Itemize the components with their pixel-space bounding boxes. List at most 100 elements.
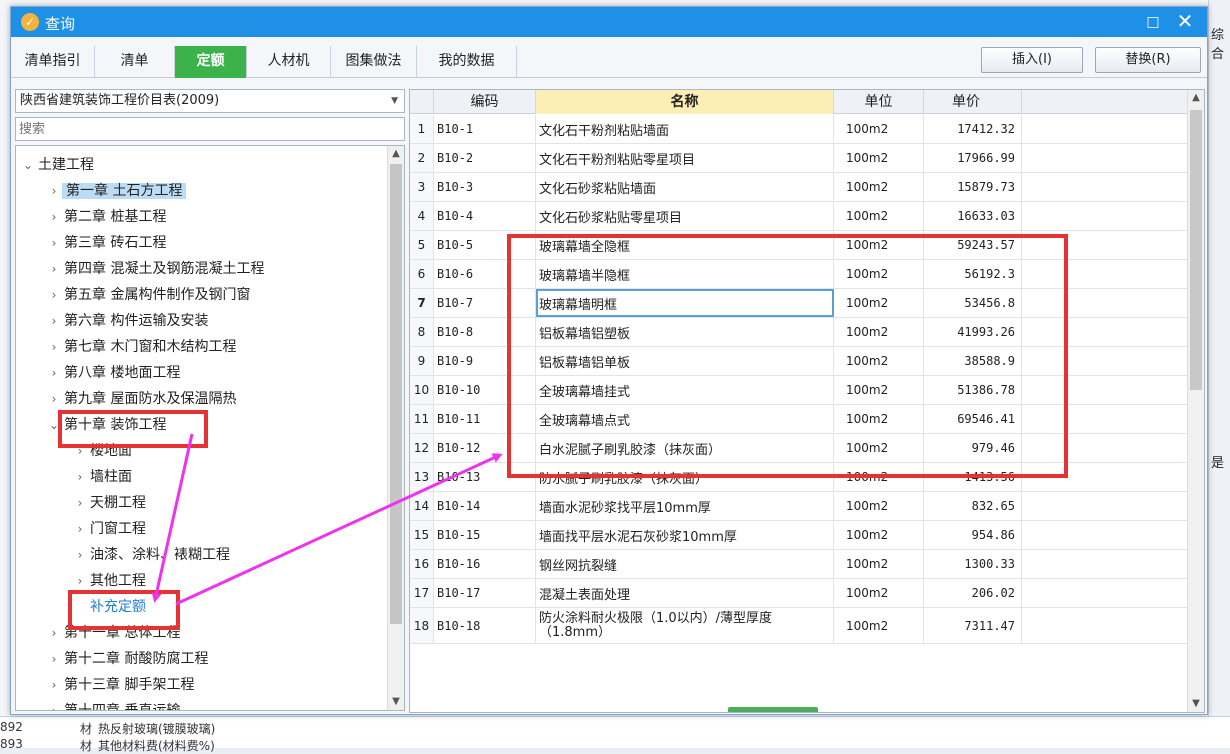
tree-item[interactable]: ›第八章 楼地面工程 xyxy=(46,360,182,386)
name-cell[interactable]: 玻璃幕墙半隐框 xyxy=(536,260,834,288)
tab-my-data[interactable]: 我的数据 xyxy=(417,46,517,78)
tree-item[interactable]: ›油漆、涂料、裱糊工程 xyxy=(72,542,232,568)
row-number[interactable]: 1 xyxy=(410,115,434,143)
tab-labor-material-machine[interactable]: 人材机 xyxy=(247,46,331,78)
code-cell[interactable]: B10-12 xyxy=(434,434,536,462)
name-cell[interactable]: 混凝土表面处理 xyxy=(536,579,834,607)
tree-item[interactable]: ›第十一章 总体工程 xyxy=(46,620,182,646)
name-cell[interactable]: 防水腻子刷乳胶漆（抹灰面） xyxy=(536,463,834,491)
unit-cell[interactable]: 100m2 xyxy=(834,115,924,143)
unit-cell[interactable]: 100m2 xyxy=(834,144,924,172)
price-cell[interactable]: 1413.56 xyxy=(924,463,1022,491)
name-cell[interactable]: 玻璃幕墙明框 xyxy=(536,289,834,317)
row-number[interactable]: 2 xyxy=(410,144,434,172)
chevron-right-icon[interactable]: › xyxy=(46,386,62,412)
panel-splitter-handle[interactable] xyxy=(728,707,818,713)
price-cell[interactable]: 51386.78 xyxy=(924,376,1022,404)
name-cell[interactable]: 防火涂料耐火极限（1.0以内）/薄型厚度（1.8mm） xyxy=(536,608,834,643)
col-header-unit[interactable]: 单位 xyxy=(834,90,924,114)
name-cell[interactable]: 玻璃幕墙全隐框 xyxy=(536,231,834,259)
code-cell[interactable]: B10-14 xyxy=(434,492,536,520)
price-cell[interactable]: 17966.99 xyxy=(924,144,1022,172)
tree-item[interactable]: ›第十四章 垂直运输 xyxy=(46,698,182,711)
price-cell[interactable]: 53456.8 xyxy=(924,289,1022,317)
tab-list[interactable]: 清单 xyxy=(95,46,175,78)
chevron-right-icon[interactable]: › xyxy=(46,646,62,672)
table-row[interactable]: 12B10-12白水泥腻子刷乳胶漆（抹灰面）100m2979.46 xyxy=(410,434,1190,463)
tree-scrollbar[interactable]: ▲ ▼ xyxy=(387,146,404,710)
table-row[interactable]: 17B10-17混凝土表面处理100m2206.02 xyxy=(410,579,1190,608)
table-row[interactable]: 14B10-14墙面水泥砂浆找平层10mm厚100m2832.65 xyxy=(410,492,1190,521)
code-cell[interactable]: B10-10 xyxy=(434,376,536,404)
code-cell[interactable]: B10-11 xyxy=(434,405,536,433)
tree-item[interactable]: ›楼地面 xyxy=(72,438,134,464)
close-icon[interactable]: ✕ xyxy=(1175,11,1195,31)
row-number[interactable]: 10 xyxy=(410,376,434,404)
row-number[interactable]: 15 xyxy=(410,521,434,549)
row-number[interactable]: 16 xyxy=(410,550,434,578)
unit-cell[interactable]: 100m2 xyxy=(834,260,924,288)
price-cell[interactable]: 59243.57 xyxy=(924,231,1022,259)
table-row[interactable]: 7B10-7玻璃幕墙明框100m253456.8 xyxy=(410,289,1190,318)
code-cell[interactable]: B10-9 xyxy=(434,347,536,375)
code-cell[interactable]: B10-4 xyxy=(434,202,536,230)
unit-cell[interactable]: 100m2 xyxy=(834,173,924,201)
chevron-right-icon[interactable]: › xyxy=(46,334,62,360)
table-row[interactable]: 3B10-3文化石砂浆粘贴墙面100m215879.73 xyxy=(410,173,1190,202)
tree-item[interactable]: ›天棚工程 xyxy=(72,490,148,516)
scroll-down-icon[interactable]: ▼ xyxy=(388,694,404,710)
col-header-name[interactable]: 名称 xyxy=(536,90,834,114)
chevron-right-icon[interactable]: › xyxy=(46,672,62,698)
table-row[interactable]: 8B10-8铝板幕墙铝塑板100m241993.26 xyxy=(410,318,1190,347)
tree-item[interactable]: ⌄第十章 装饰工程 xyxy=(46,412,168,438)
price-cell[interactable]: 7311.47 xyxy=(924,608,1022,643)
table-row[interactable]: 1B10-1文化石干粉剂粘贴墙面100m217412.32 xyxy=(410,115,1190,144)
name-cell[interactable]: 墙面水泥砂浆找平层10mm厚 xyxy=(536,492,834,520)
row-number[interactable]: 4 xyxy=(410,202,434,230)
name-cell[interactable]: 文化石砂浆粘贴零星项目 xyxy=(536,202,834,230)
price-cell[interactable]: 69546.41 xyxy=(924,405,1022,433)
price-cell[interactable]: 832.65 xyxy=(924,492,1022,520)
price-cell[interactable]: 56192.3 xyxy=(924,260,1022,288)
chevron-right-icon[interactable]: › xyxy=(46,282,62,308)
table-row[interactable]: 10B10-10全玻璃幕墙挂式100m251386.78 xyxy=(410,376,1190,405)
name-cell[interactable]: 白水泥腻子刷乳胶漆（抹灰面） xyxy=(536,434,834,462)
tree-item[interactable]: ›其他工程 xyxy=(72,568,148,594)
tab-atlas-method[interactable]: 图集做法 xyxy=(331,46,417,78)
tree-item[interactable]: ›第二章 桩基工程 xyxy=(46,204,168,230)
table-row[interactable]: 16B10-16钢丝网抗裂缝100m21300.33 xyxy=(410,550,1190,579)
chevron-down-icon[interactable]: ▼ xyxy=(391,90,398,112)
table-scrollbar[interactable]: ▲ ▼ xyxy=(1187,90,1204,712)
tree-item[interactable]: ›第一章 土石方工程 xyxy=(46,178,186,204)
unit-cell[interactable]: 100m2 xyxy=(834,318,924,346)
code-cell[interactable]: B10-13 xyxy=(434,463,536,491)
table-row[interactable]: 6B10-6玻璃幕墙半隐框100m256192.3 xyxy=(410,260,1190,289)
name-cell[interactable]: 全玻璃幕墙挂式 xyxy=(536,376,834,404)
unit-cell[interactable]: 100m2 xyxy=(834,405,924,433)
table-row[interactable]: 13B10-13防水腻子刷乳胶漆（抹灰面）100m21413.56 xyxy=(410,463,1190,492)
unit-cell[interactable]: 100m2 xyxy=(834,289,924,317)
row-number[interactable]: 3 xyxy=(410,173,434,201)
price-cell[interactable]: 1300.33 xyxy=(924,550,1022,578)
price-cell[interactable]: 38588.9 xyxy=(924,347,1022,375)
dialog-titlebar[interactable]: ✓ 查询 □ ✕ xyxy=(11,7,1207,37)
tab-list-guide[interactable]: 清单指引 xyxy=(11,46,95,78)
replace-button[interactable]: 替换(R) xyxy=(1095,47,1201,73)
maximize-icon[interactable]: □ xyxy=(1145,14,1161,30)
chevron-right-icon[interactable]: › xyxy=(46,178,62,204)
scroll-up-icon[interactable]: ▲ xyxy=(388,146,404,162)
row-number[interactable]: 7 xyxy=(410,289,434,317)
tab-quota[interactable]: 定额 xyxy=(175,46,247,78)
tree-scroll-thumb[interactable] xyxy=(390,164,402,624)
tree-item[interactable]: ›第十三章 脚手架工程 xyxy=(46,672,196,698)
code-cell[interactable]: B10-17 xyxy=(434,579,536,607)
search-input[interactable] xyxy=(15,117,405,141)
row-number[interactable]: 17 xyxy=(410,579,434,607)
table-row[interactable]: 11B10-11全玻璃幕墙点式100m269546.41 xyxy=(410,405,1190,434)
tree-item[interactable]: ›第十二章 耐酸防腐工程 xyxy=(46,646,210,672)
chevron-right-icon[interactable]: › xyxy=(72,438,88,464)
code-cell[interactable]: B10-1 xyxy=(434,115,536,143)
scroll-up-icon[interactable]: ▲ xyxy=(1188,90,1204,106)
row-number[interactable]: 5 xyxy=(410,231,434,259)
table-row[interactable]: 18B10-18防火涂料耐火极限（1.0以内）/薄型厚度（1.8mm）100m2… xyxy=(410,608,1190,644)
